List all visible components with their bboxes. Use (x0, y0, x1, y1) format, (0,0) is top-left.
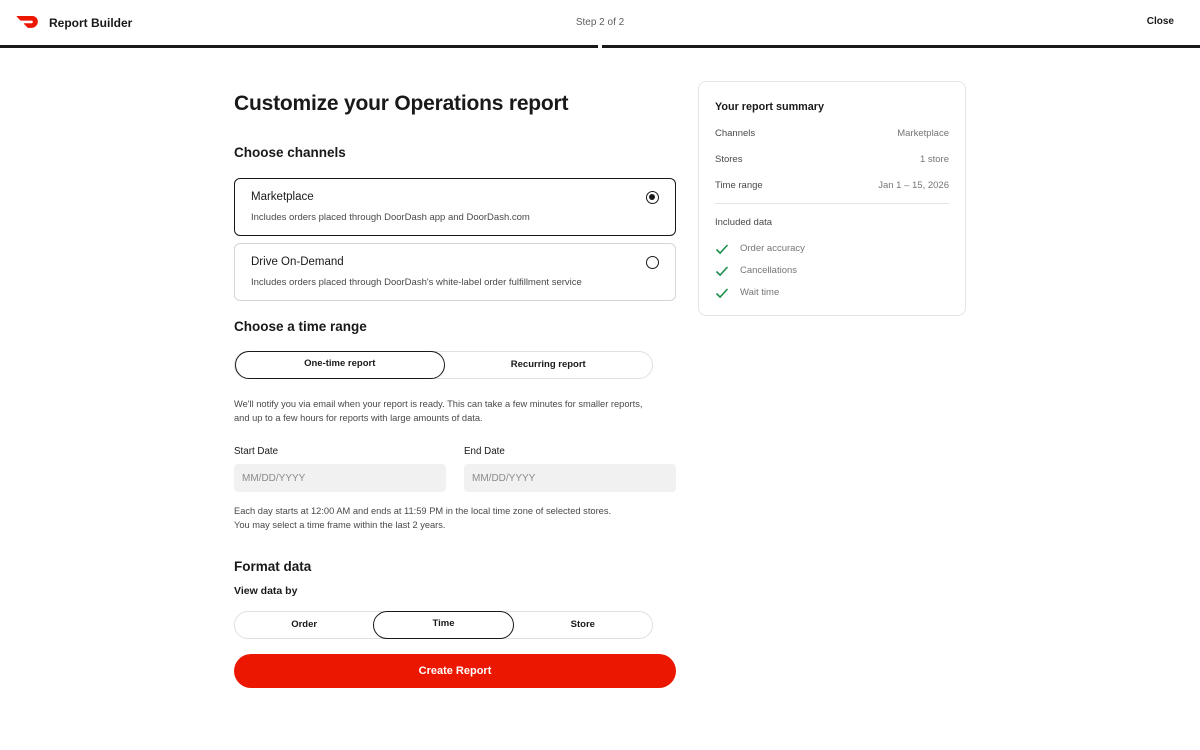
close-button[interactable]: Close (1147, 16, 1174, 27)
check-icon (715, 288, 729, 299)
tab-view-time[interactable]: Time (373, 611, 514, 639)
channel-name: Marketplace (251, 191, 314, 203)
day-note: Each day starts at 12:00 AM and ends at … (234, 504, 654, 532)
progress-step-2 (602, 45, 1200, 48)
page-title: Customize your Operations report (234, 92, 569, 115)
included-item-label: Wait time (740, 287, 780, 298)
check-icon (715, 266, 729, 277)
radio-selected-icon[interactable] (646, 191, 659, 204)
summary-key: Stores (715, 154, 743, 165)
start-date-input[interactable] (234, 464, 446, 492)
included-item-label: Order accuracy (740, 243, 805, 254)
channel-option-marketplace[interactable]: Marketplace Includes orders placed throu… (234, 178, 676, 236)
view-by-label: View data by (234, 585, 298, 597)
included-data-label: Included data (715, 217, 773, 228)
progress-step-1 (0, 45, 598, 48)
step-indicator: Step 2 of 2 (575, 17, 625, 28)
start-date-label: Start Date (234, 446, 279, 457)
summary-title: Your report summary (715, 101, 824, 113)
channel-option-drive-on-demand[interactable]: Drive On-Demand Includes orders placed t… (234, 243, 676, 301)
format-heading: Format data (234, 559, 312, 574)
time-range-heading: Choose a time range (234, 319, 367, 334)
tab-recurring-report[interactable]: Recurring report (445, 352, 653, 378)
report-summary-card: Your report summary Channels Marketplace… (698, 81, 966, 316)
summary-value: 1 store (919, 154, 949, 165)
day-note-line-2: You may select a time frame within the l… (234, 520, 446, 530)
create-report-button[interactable]: Create Report (234, 654, 676, 688)
summary-value: Jan 1 – 15, 2026 (878, 180, 949, 191)
top-bar: Report Builder Step 2 of 2 Close (0, 0, 1200, 48)
summary-divider (715, 203, 949, 204)
view-by-toggle: Order Time Store (234, 611, 653, 639)
check-icon (715, 244, 729, 255)
included-item-label: Cancellations (740, 265, 798, 276)
tab-view-order[interactable]: Order (235, 612, 373, 638)
channel-description: Includes orders placed through DoorDash … (251, 212, 530, 223)
tab-view-store[interactable]: Store (514, 612, 652, 638)
end-date-input[interactable] (464, 464, 676, 492)
summary-key: Time range (715, 180, 763, 191)
summary-value: Marketplace (897, 128, 949, 139)
report-type-toggle: One-time report Recurring report (234, 351, 653, 379)
progress-bar (0, 45, 1200, 48)
notify-note: We'll notify you via email when your rep… (234, 399, 643, 423)
channels-heading: Choose channels (234, 145, 346, 160)
channel-name: Drive On-Demand (251, 256, 344, 268)
tab-one-time-report[interactable]: One-time report (235, 351, 445, 379)
end-date-label: End Date (464, 446, 505, 457)
radio-unselected-icon[interactable] (646, 256, 659, 269)
day-note-line-1: Each day starts at 12:00 AM and ends at … (234, 506, 612, 516)
channel-description: Includes orders placed through DoorDash'… (251, 277, 582, 288)
report-form: Customize your Operations report Choose … (234, 92, 676, 688)
summary-key: Channels (715, 128, 756, 139)
